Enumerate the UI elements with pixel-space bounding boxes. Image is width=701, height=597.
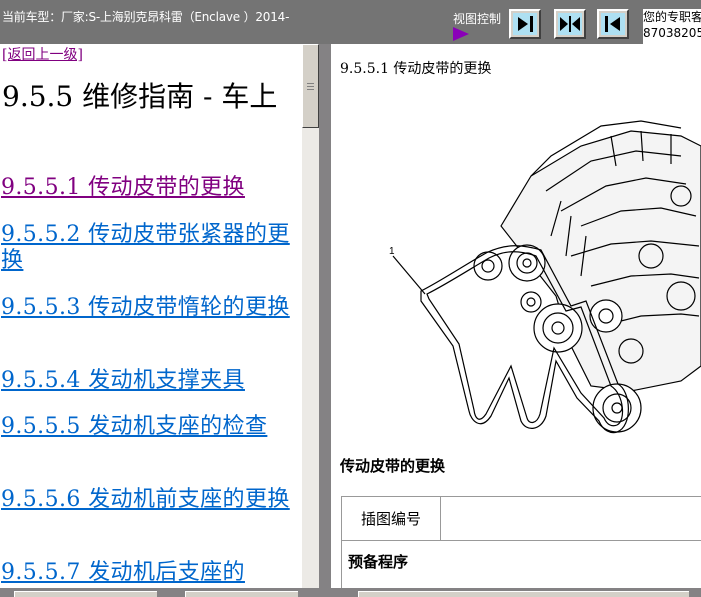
toc-scrollbar[interactable] xyxy=(302,44,319,588)
section-heading: 9.5.5 维修指南 - 车上 xyxy=(2,80,278,113)
scrollbar-thumb[interactable] xyxy=(302,44,319,128)
content-pane: 9.5.5.1 传动皮带的更换 1 传动皮带的更换 插图编号 预备程序 xyxy=(331,44,701,588)
toc-pane: [返回上一级] 9.5.5 维修指南 - 车上 9.5.5.1 传动皮带的更换 … xyxy=(0,44,302,588)
toc-link-9-5-5-7[interactable]: 9.5.5.7 发动机后支座的 xyxy=(1,560,301,586)
toc-link-9-5-5-3[interactable]: 9.5.5.3 传动皮带惰轮的更换 xyxy=(1,295,301,321)
contact-info: 您的专职客 87038205 xyxy=(643,9,701,44)
current-vehicle-label: 当前车型：厂家:S-上海别克昂科雷（Enclave ）2014- xyxy=(2,10,290,24)
play-arrow-icon xyxy=(453,27,469,41)
toc-link-9-5-5-4[interactable]: 9.5.5.4 发动机支撑夹具 xyxy=(1,368,301,394)
show-left-only-button[interactable] xyxy=(597,9,629,39)
toc-link-9-5-5-5[interactable]: 9.5.5.5 发动机支座的检查 xyxy=(1,414,301,440)
bar-arrow-left-icon xyxy=(605,16,620,32)
table-section-row: 预备程序 xyxy=(342,541,701,588)
bottom-button-left[interactable] xyxy=(14,591,157,597)
top-toolbar: 当前车型：厂家:S-上海别克昂科雷（Enclave ）2014- 视图控制 您的… xyxy=(0,0,701,44)
split-view-button[interactable] xyxy=(554,9,586,39)
toc-link-9-5-5-2[interactable]: 9.5.5.2 传动皮带张紧器的更换 xyxy=(1,222,301,274)
pane-splitter[interactable] xyxy=(319,44,331,596)
view-control-label: 视图控制 xyxy=(453,12,502,26)
figure-caption: 传动皮带的更换 xyxy=(340,457,446,475)
toc-link-9-5-5-1[interactable]: 9.5.5.1 传动皮带的更换 xyxy=(1,175,301,201)
figure-number-header: 插图编号 xyxy=(342,497,441,540)
toc-link-9-5-5-6[interactable]: 9.5.5.6 发动机前支座的更换 xyxy=(1,487,301,513)
bottom-button-right[interactable] xyxy=(358,591,689,597)
show-right-only-button[interactable] xyxy=(509,9,541,39)
contact-phone: 87038205 xyxy=(643,26,701,40)
back-link[interactable]: [返回上一级] xyxy=(2,44,83,64)
figure-callout-1: 1 xyxy=(389,246,395,257)
procedure-table: 插图编号 预备程序 xyxy=(341,496,701,588)
split-view-icon xyxy=(560,16,580,32)
arrow-right-to-bar-icon xyxy=(518,16,533,32)
grip-icon xyxy=(307,83,314,92)
contact-line-1: 您的专职客 xyxy=(643,10,701,24)
engine-belt-illustration: 1 xyxy=(389,120,701,434)
bottom-button-middle[interactable] xyxy=(185,591,298,597)
procedure-title: 9.5.5.1 传动皮带的更换 xyxy=(340,61,492,77)
table-header-row: 插图编号 xyxy=(342,497,701,541)
preparation-section-label: 预备程序 xyxy=(348,553,409,571)
